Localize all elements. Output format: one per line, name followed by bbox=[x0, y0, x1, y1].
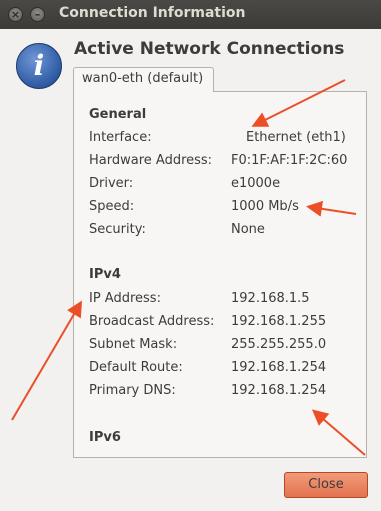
annotation-arrow bbox=[311, 409, 366, 456]
annotation-arrow bbox=[251, 79, 346, 127]
tab-wan0-eth[interactable]: wan0-eth (default) bbox=[73, 67, 214, 92]
annotation-arrow bbox=[306, 200, 357, 217]
annotation-arrow bbox=[11, 300, 83, 421]
tab-label: wan0-eth (default) bbox=[82, 71, 204, 86]
